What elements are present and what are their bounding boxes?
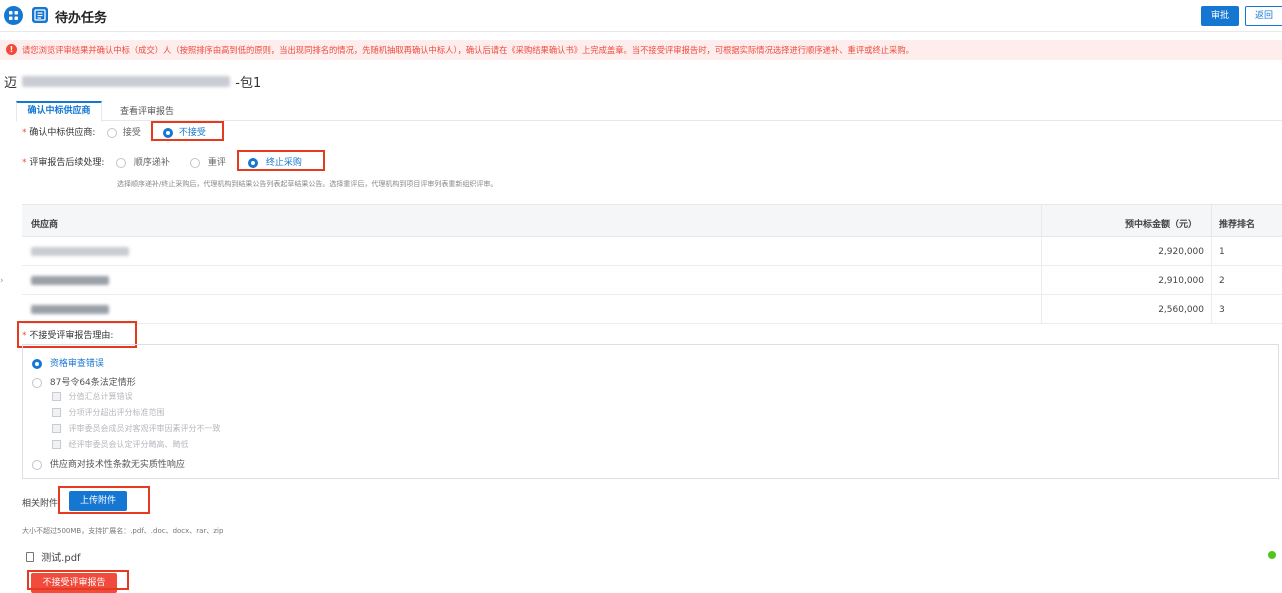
reason-label: 不接受评审报告理由: [29, 331, 114, 341]
radio-accept-circle [107, 127, 117, 138]
file-item[interactable]: 测试.pdf [26, 549, 81, 564]
radio-sequential-circle [116, 157, 126, 168]
radio-not-accept[interactable]: 不接受 [163, 125, 206, 138]
reason-option-qualification[interactable]: 资格审查错误 [32, 356, 104, 369]
radio-sequential[interactable]: 顺序递补 [116, 155, 170, 168]
reason-qualification-label: 资格审查错误 [49, 359, 104, 369]
sub-option-checkbox [52, 424, 61, 433]
reason-order87-circle [32, 377, 42, 388]
radio-accept[interactable]: 接受 [107, 125, 141, 138]
approve-button[interactable]: 审批 [1201, 6, 1239, 26]
table-row: 2,910,000 2 [22, 266, 1282, 295]
amount-cell: 2,560,000 [1158, 305, 1204, 315]
radio-re-review[interactable]: 重评 [190, 155, 226, 168]
project-title: 迈 -包1 [4, 72, 262, 91]
radio-terminate-circle [248, 157, 258, 168]
task-icon [32, 7, 48, 23]
radio-accept-label: 接受 [122, 128, 141, 138]
redacted-project-name [22, 76, 231, 87]
redacted-supplier-name [31, 305, 109, 314]
supplier-table: 供应商 预中标金额（元） 推荐排名 2,920,000 1 2,910,000 … [22, 204, 1282, 324]
rank-cell: 3 [1219, 305, 1225, 315]
sub-option-sum-error[interactable]: 分值汇总计算错误 [52, 391, 133, 402]
reason-option-order87[interactable]: 87号令64条法定情形 [32, 375, 136, 388]
table-row: 2,920,000 1 [22, 237, 1282, 266]
reason-box: 资格审查错误 87号令64条法定情形 分值汇总计算错误 分项评分超出评分标准范围… [22, 344, 1279, 479]
upload-button[interactable]: 上传附件 [69, 491, 127, 511]
table-row: 2,560,000 3 [22, 295, 1282, 324]
radio-terminate[interactable]: 终止采购 [248, 155, 302, 168]
reject-report-button[interactable]: 不接受评审报告 [31, 573, 117, 593]
project-title-prefix: 迈 [4, 76, 18, 91]
file-name: 测试.pdf [41, 553, 81, 564]
back-button[interactable]: 返回 [1245, 6, 1282, 26]
apps-icon[interactable] [4, 6, 23, 25]
tab-confirm-winner-label: 确认中标供应商 [27, 106, 91, 116]
warning-icon: ! [6, 44, 17, 55]
tab-view-report[interactable]: 查看评审报告 [120, 104, 174, 117]
redacted-supplier-name [31, 276, 109, 285]
followup-label: 评审报告后续处理: [29, 158, 105, 168]
confirm-winner-row: * 确认中标供应商: [22, 128, 96, 138]
notice-text: 请您浏览评审结果并确认中标（成交）人（按照排序由高到低的原则，当出现同排名的情况… [22, 45, 914, 55]
sub-option-out-of-range[interactable]: 分项评分超出评分标准范围 [52, 407, 165, 418]
upload-success-dot-icon [1268, 551, 1276, 559]
reason-option-technical[interactable]: 供应商对技术性条款无实质性响应 [32, 457, 185, 470]
attachment-hint: 大小不超过500MB，支持扩展名：.pdf、.doc、docx、rar、zip [22, 527, 224, 535]
rank-cell: 2 [1219, 276, 1225, 286]
followup-row: * 评审报告后续处理: [22, 158, 105, 168]
reason-order87-label: 87号令64条法定情形 [49, 378, 136, 388]
reason-technical-label: 供应商对技术性条款无实质性响应 [49, 460, 185, 470]
sub-option-checkbox [52, 440, 61, 449]
tab-bar: 确认中标供应商 查看评审报告 [16, 101, 1282, 122]
header-amount: 预中标金额（元） [1125, 220, 1198, 230]
reason-qualification-circle [32, 358, 42, 369]
amount-cell: 2,910,000 [1158, 276, 1204, 286]
radio-re-review-circle [190, 157, 200, 168]
confirm-winner-label: 确认中标供应商: [29, 128, 96, 138]
sub-option-inconsistent[interactable]: 评审委员会成员对客观评审因素评分不一致 [52, 423, 221, 434]
followup-hint: 选择顺序递补/终止采购后，代理机构到结果公告列表起草结果公告。选择重评后，代理机… [117, 180, 498, 188]
radio-re-review-label: 重评 [207, 158, 226, 168]
attachment-label: 相关附件: [22, 499, 62, 509]
reason-label-row: * 不接受评审报告理由: [22, 331, 114, 341]
header-supplier: 供应商 [31, 220, 59, 230]
file-icon [26, 551, 34, 562]
notice-bar: ! 请您浏览评审结果并确认中标（成交）人（按照排序由高到低的原则，当出现同排名的… [0, 40, 1282, 60]
radio-terminate-label: 终止采购 [265, 158, 302, 168]
sub-option-abnormal-score[interactable]: 经评审委员会认定评分畸高、畸低 [52, 439, 189, 450]
table-header-row: 供应商 预中标金额（元） 推荐排名 [22, 205, 1282, 237]
sub-option-checkbox [52, 392, 61, 401]
header-bar: 待办任务 审批 返回 [0, 0, 1282, 32]
page-title: 待办任务 [55, 11, 108, 26]
tab-confirm-winner[interactable]: 确认中标供应商 [16, 101, 102, 122]
radio-not-accept-label: 不接受 [178, 128, 206, 138]
reason-technical-circle [32, 459, 42, 470]
radio-sequential-label: 顺序递补 [133, 158, 170, 168]
amount-cell: 2,920,000 [1158, 247, 1204, 257]
radio-not-accept-circle [163, 127, 173, 138]
redacted-supplier-name [31, 247, 129, 256]
rank-cell: 1 [1219, 247, 1225, 257]
project-title-suffix: -包1 [235, 76, 262, 91]
header-rank: 推荐排名 [1219, 220, 1256, 230]
sub-option-checkbox [52, 408, 61, 417]
sidebar-collapse-icon[interactable]: › [0, 276, 4, 286]
